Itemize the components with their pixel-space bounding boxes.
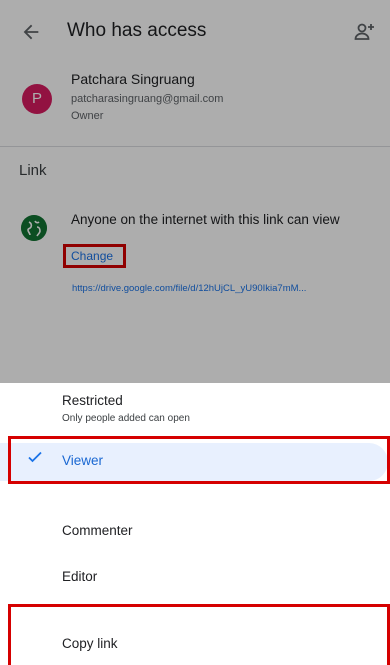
copy-link-button[interactable]: Copy link [62, 636, 118, 651]
option-restricted-description: Only people added can open [62, 413, 190, 424]
option-commenter[interactable]: Commenter [62, 523, 133, 538]
modal-scrim[interactable] [0, 0, 390, 383]
share-settings-screen: Who has access P Patchara Singruang patc… [0, 0, 390, 665]
who-has-access-panel: Who has access P Patchara Singruang patc… [0, 0, 390, 383]
option-restricted[interactable]: Restricted [62, 393, 123, 408]
copy-link-highlight-frame [8, 604, 390, 665]
viewer-highlight-frame [8, 436, 390, 484]
link-access-bottom-sheet: Restricted Only people added can open Vi… [0, 383, 390, 665]
option-editor[interactable]: Editor [62, 569, 97, 584]
